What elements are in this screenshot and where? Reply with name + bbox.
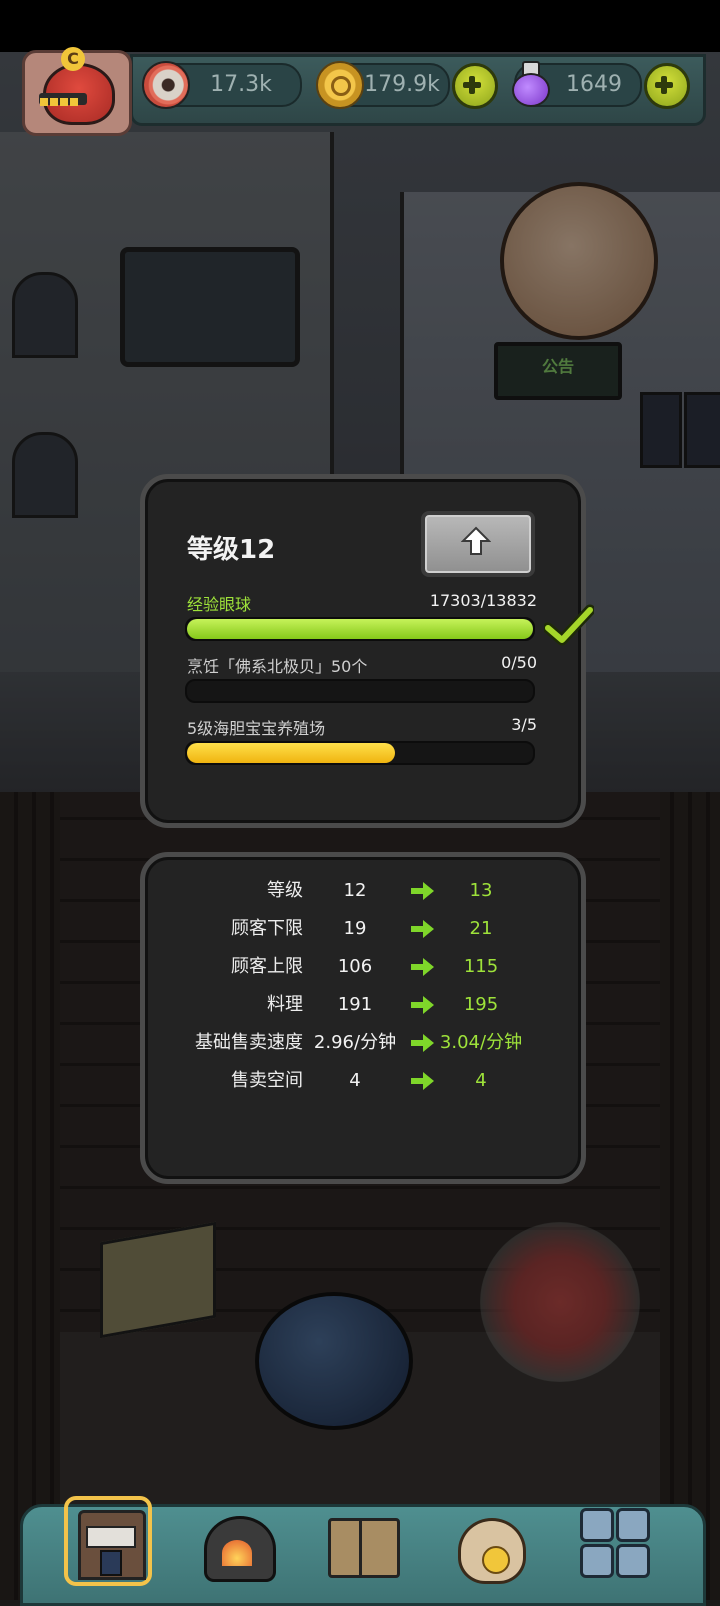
stat-current: 4 bbox=[349, 1070, 361, 1091]
stat-current: 191 bbox=[337, 994, 373, 1015]
requirement-progress-bar bbox=[185, 617, 535, 641]
add-potions-button[interactable] bbox=[644, 63, 690, 109]
stat-label: 售卖空间 bbox=[231, 1070, 303, 1091]
progress-fill bbox=[187, 743, 395, 763]
stat-label: 基础售卖速度 bbox=[195, 1032, 303, 1053]
stat-label: 料理 bbox=[267, 994, 303, 1015]
level-title: 等级12 bbox=[187, 535, 276, 565]
potion-icon bbox=[508, 61, 552, 107]
arrow-up-icon bbox=[461, 526, 491, 555]
potion-value: 1649 bbox=[566, 72, 622, 97]
coin-value: 179.9k bbox=[364, 72, 440, 97]
stat-label: 顾客上限 bbox=[231, 956, 303, 977]
stat-next: 195 bbox=[463, 994, 499, 1015]
checkmark-icon bbox=[544, 604, 594, 646]
requirement-label: 5级海胆宝宝养殖场 bbox=[187, 719, 326, 738]
requirement-value: 17303/13832 bbox=[429, 591, 537, 610]
requirement-label: 烹饪「佛系北极贝」50个 bbox=[187, 657, 368, 676]
stat-row: 顾客下限 19 21 bbox=[145, 911, 581, 947]
stat-next: 115 bbox=[463, 956, 499, 977]
recipe-book-icon[interactable] bbox=[316, 1496, 406, 1592]
requirement-progress-bar bbox=[185, 741, 535, 765]
stat-current: 12 bbox=[343, 880, 367, 901]
level-up-button[interactable] bbox=[421, 511, 535, 577]
coin-icon bbox=[316, 61, 364, 109]
requirement-progress-bar bbox=[185, 679, 535, 703]
stat-row: 顾客上限 106 115 bbox=[145, 949, 581, 985]
grid-menu-icon[interactable] bbox=[570, 1496, 660, 1592]
stat-row: 等级 12 13 bbox=[145, 873, 581, 909]
eyeball-icon bbox=[142, 61, 190, 109]
stat-row: 售卖空间 4 4 bbox=[145, 1063, 581, 1099]
stat-row: 料理 191 195 bbox=[145, 987, 581, 1023]
coin-counter: 179.9k bbox=[316, 61, 450, 109]
level-up-panel: 等级12 经验眼球 17303/13832 烹饪「佛系北极贝」50个 0/50 … bbox=[140, 474, 586, 828]
eyeball-counter: 17.3k bbox=[142, 61, 302, 109]
avatar-band bbox=[39, 93, 87, 106]
status-bar bbox=[0, 0, 720, 52]
player-avatar[interactable]: C bbox=[22, 47, 132, 136]
stat-next: 13 bbox=[469, 880, 493, 901]
stat-current: 19 bbox=[343, 918, 367, 939]
requirement-value: 0/50 bbox=[501, 653, 537, 672]
requirement-value: 3/5 bbox=[511, 715, 537, 734]
bag-icon[interactable] bbox=[444, 1496, 534, 1592]
eyeball-value: 17.3k bbox=[210, 72, 272, 97]
stat-label: 等级 bbox=[267, 880, 303, 901]
stat-next: 21 bbox=[469, 918, 493, 939]
progress-fill bbox=[187, 619, 533, 639]
stat-current: 2.96/分钟 bbox=[313, 1032, 397, 1053]
stat-next: 4 bbox=[475, 1070, 487, 1091]
stat-next: 3.04/分钟 bbox=[439, 1032, 523, 1053]
kitchen-icon[interactable] bbox=[192, 1496, 282, 1592]
stat-row: 基础售卖速度 2.96/分钟 3.04/分钟 bbox=[145, 1025, 581, 1061]
stat-current: 106 bbox=[337, 956, 373, 977]
potion-counter: 1649 bbox=[512, 61, 642, 107]
stats-comparison-panel: 等级 12 13 顾客下限 19 21 顾客上限 106 115 料理 191 … bbox=[140, 852, 586, 1184]
avatar-badge: C bbox=[61, 47, 85, 71]
shop-icon[interactable] bbox=[64, 1496, 154, 1592]
add-coins-button[interactable] bbox=[452, 63, 498, 109]
stat-label: 顾客下限 bbox=[231, 918, 303, 939]
requirement-label: 经验眼球 bbox=[187, 595, 252, 614]
